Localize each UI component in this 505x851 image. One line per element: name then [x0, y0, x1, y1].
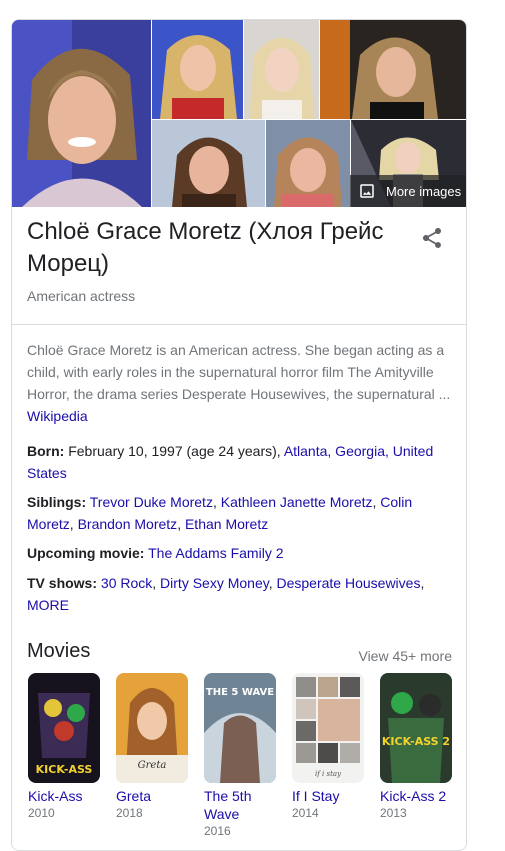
movie-item[interactable]: KICK-ASS 2 Kick-Ass 2 2013	[380, 673, 454, 821]
poster-title: KICK-ASS 2	[382, 735, 450, 748]
fact-born: Born: February 10, 1997 (age 24 years), …	[27, 440, 455, 484]
sibling-link[interactable]: Brandon Moretz	[78, 516, 178, 532]
fact-label: Siblings:	[27, 494, 87, 510]
movie-title[interactable]: The 5th Wave	[204, 787, 278, 823]
movie-poster[interactable]: if i stay	[292, 673, 364, 783]
more-tv-shows-link[interactable]: MORE	[27, 597, 69, 613]
movie-title[interactable]: Kick-Ass	[28, 787, 102, 805]
tv-show-link[interactable]: Dirty Sexy Money	[160, 575, 269, 591]
movie-item[interactable]: if i stay If I Stay 2014	[292, 673, 366, 821]
description-text: Chloë Grace Moretz is an American actres…	[27, 342, 451, 402]
movie-item[interactable]: THE 5 WAVE The 5th Wave 2016	[204, 673, 278, 839]
more-images-label: More images	[386, 183, 462, 199]
fact-tv-shows: TV shows: 30 Rock, Dirty Sexy Money, Des…	[27, 575, 425, 613]
movie-poster[interactable]: THE 5 WAVE	[204, 673, 276, 783]
movie-year: 2016	[204, 824, 231, 838]
tv-show-link[interactable]: 30 Rock	[101, 575, 152, 591]
view-more-movies-link[interactable]: View 45+ more	[358, 648, 452, 664]
sibling-link[interactable]: Kathleen Janette Moretz	[221, 494, 373, 510]
share-icon[interactable]	[420, 226, 444, 250]
movie-year: 2018	[116, 806, 143, 820]
movie-title[interactable]: If I Stay	[292, 787, 366, 805]
gallery-image[interactable]	[266, 120, 350, 207]
movie-poster[interactable]: KICK-ASS 2	[380, 673, 452, 783]
movie-poster[interactable]: Greta	[116, 673, 188, 783]
movie-item[interactable]: Greta Greta 2018	[116, 673, 190, 821]
image-gallery: More images	[12, 20, 466, 207]
poster-title: THE 5 WAVE	[206, 687, 274, 698]
fact-value: February 10, 1997 (age 24 years),	[68, 443, 281, 459]
movie-title[interactable]: Greta	[116, 787, 190, 805]
knowledge-panel: More images Chloë Grace Moretz (Хлоя Гре…	[11, 19, 467, 851]
description: Chloë Grace Moretz is an American actres…	[27, 339, 455, 427]
fact-upcoming-movie: Upcoming movie: The Addams Family 2	[27, 542, 455, 564]
more-images-button[interactable]: More images	[350, 175, 466, 207]
entity-subtitle: American actress	[27, 288, 136, 304]
entity-title: Chloë Grace Moretz (Хлоя Грейс Морец)	[27, 218, 384, 277]
tv-show-link[interactable]: Desperate Housewives	[277, 575, 421, 591]
poster-title: KICK-ASS	[36, 763, 93, 776]
image-icon	[360, 184, 374, 198]
fact-siblings: Siblings: Trevor Duke Moretz, Kathleen J…	[27, 494, 413, 532]
fact-label: Born:	[27, 443, 65, 459]
fact-label: TV shows:	[27, 575, 98, 591]
movie-year: 2014	[292, 806, 319, 820]
movie-year: 2010	[28, 806, 55, 820]
poster-title: Greta	[138, 760, 167, 771]
upcoming-movie-link[interactable]: The Addams Family 2	[148, 545, 283, 561]
movie-item[interactable]: KICK-ASS Kick-Ass 2010	[28, 673, 102, 821]
movie-poster[interactable]: KICK-ASS	[28, 673, 100, 783]
gallery-image[interactable]	[12, 20, 151, 207]
movie-title[interactable]: Kick-Ass 2	[380, 787, 454, 805]
sibling-link[interactable]: Trevor Duke Moretz	[90, 494, 213, 510]
movies-heading: Movies	[27, 640, 91, 662]
movie-year: 2013	[380, 806, 407, 820]
wikipedia-link[interactable]: Wikipedia	[27, 408, 88, 424]
gallery-image[interactable]	[320, 20, 466, 119]
sibling-link[interactable]: Ethan Moretz	[185, 516, 268, 532]
gallery-image[interactable]	[152, 120, 265, 207]
divider	[12, 324, 466, 325]
gallery-image[interactable]	[244, 20, 319, 119]
poster-title: if i stay	[315, 770, 342, 778]
fact-label: Upcoming movie:	[27, 545, 145, 561]
gallery-image[interactable]	[152, 20, 243, 119]
